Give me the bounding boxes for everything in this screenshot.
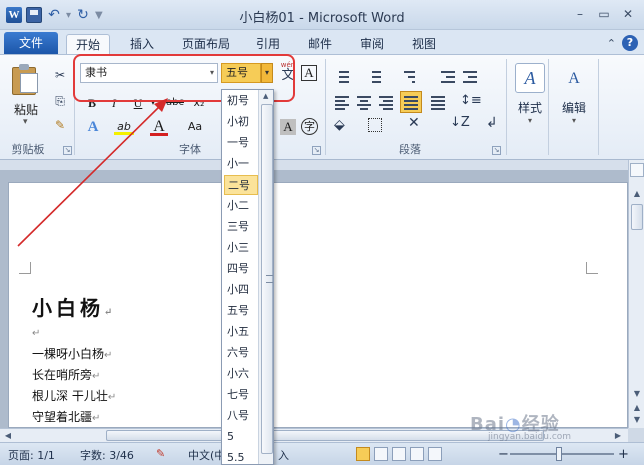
annotation-arrow [17, 98, 168, 247]
